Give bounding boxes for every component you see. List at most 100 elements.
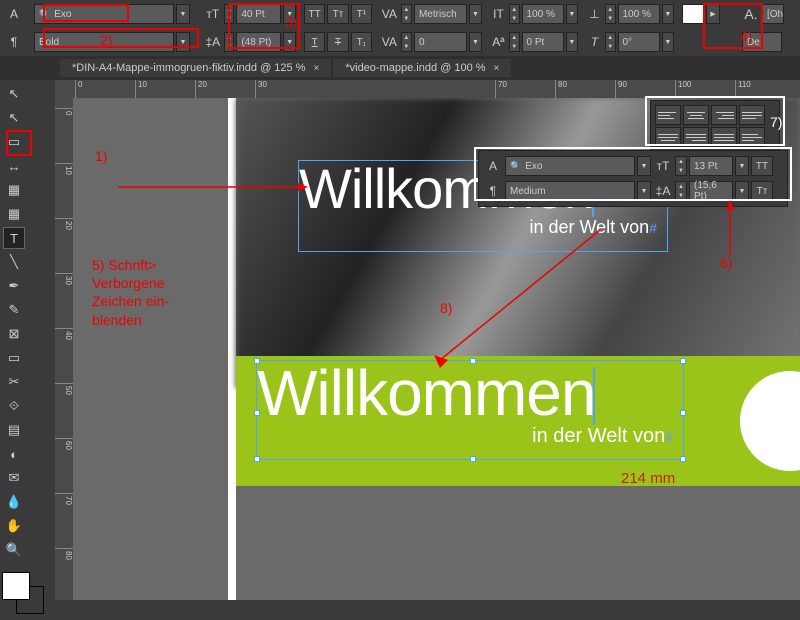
strike-button[interactable]: T bbox=[327, 32, 348, 52]
vertical-ruler: 0 10 20 30 40 50 60 70 80 bbox=[55, 98, 73, 600]
font-size-field[interactable]: 40 Pt bbox=[236, 4, 281, 24]
font-style-field[interactable]: Bold bbox=[34, 32, 174, 52]
skew-stepper[interactable]: ▲▼ bbox=[605, 32, 616, 52]
superscript-button[interactable]: T¹ bbox=[351, 4, 372, 24]
char-icon: A bbox=[483, 155, 503, 177]
align-right-button[interactable] bbox=[711, 105, 737, 125]
free-transform-tool[interactable]: ⟐ bbox=[3, 395, 25, 417]
leading-stepper[interactable]: ▲▼ bbox=[224, 32, 235, 52]
line-tool[interactable]: ╲ bbox=[3, 251, 25, 273]
leading-dropdown[interactable]: ▼ bbox=[283, 32, 296, 52]
pencil-tool[interactable]: ✎ bbox=[3, 299, 25, 321]
kerning-dropdown[interactable]: ▼ bbox=[469, 4, 482, 24]
subscript-button[interactable]: T₁ bbox=[351, 32, 372, 52]
mini-leading-dd[interactable]: ▼ bbox=[735, 181, 749, 201]
fill-swatch[interactable] bbox=[682, 4, 704, 24]
subline-1[interactable]: in der Welt von# bbox=[299, 217, 667, 238]
mini-character-panel: A 🔍Exo ▼ тT ▲▼ 13 Pt ▼ TT ¶ Medium ▼ ‡A … bbox=[478, 150, 788, 207]
horizontal-ruler: 0 10 20 30 70 80 90 100 110 bbox=[55, 80, 800, 98]
vscale-dropdown[interactable]: ▼ bbox=[566, 4, 578, 24]
mini-size-stepper[interactable]: ▲▼ bbox=[675, 156, 687, 176]
justify-left-button[interactable] bbox=[739, 105, 765, 125]
tab-doc2[interactable]: *video-mappe.indd @ 100 %× bbox=[333, 59, 511, 77]
mini-leading-field[interactable]: (15,6 Pt) bbox=[689, 181, 733, 201]
font-family-dropdown[interactable]: ▼ bbox=[176, 4, 190, 24]
mini-font-family[interactable]: 🔍Exo bbox=[505, 156, 635, 176]
dimension-readout: 214 mm bbox=[621, 470, 675, 487]
font-style-dropdown[interactable]: ▼ bbox=[176, 32, 190, 52]
tracking-dropdown[interactable]: ▼ bbox=[469, 32, 482, 52]
vscale-icon: IT bbox=[490, 3, 507, 25]
baseline-dropdown[interactable]: ▼ bbox=[566, 32, 578, 52]
control-bar: A ¶ 🔍Exo ▼ Bold ▼ тT ▲▼ 40 Pt ▼ ‡A ▲▼ (4… bbox=[0, 0, 800, 56]
rectangle-frame-tool[interactable]: ⊠ bbox=[3, 323, 25, 345]
mini-size-field[interactable]: 13 Pt bbox=[689, 156, 733, 176]
mini-smallcaps[interactable]: Tᴛ bbox=[751, 181, 773, 201]
font-family-field[interactable]: 🔍Exo bbox=[34, 4, 174, 24]
tracking-field[interactable]: 0 bbox=[414, 32, 467, 52]
vscale-stepper[interactable]: ▲▼ bbox=[509, 4, 520, 24]
mini-allcaps[interactable]: TT bbox=[751, 156, 773, 176]
lang-field[interactable]: [Oh bbox=[762, 4, 784, 24]
font-size-stepper[interactable]: ▲▼ bbox=[224, 4, 235, 24]
tracking-stepper[interactable]: ▲▼ bbox=[401, 32, 412, 52]
hand-tool[interactable]: ✋ bbox=[3, 515, 25, 537]
hscale-field[interactable]: 100 % bbox=[618, 4, 660, 24]
zoom-tool[interactable]: 🔍 bbox=[3, 539, 25, 561]
mini-size-icon: тT bbox=[653, 155, 673, 177]
rectangle-tool[interactable]: ▭ bbox=[3, 347, 25, 369]
close-icon[interactable]: × bbox=[494, 63, 500, 74]
underline-button[interactable]: T bbox=[304, 32, 325, 52]
mini-font-style[interactable]: Medium bbox=[505, 181, 635, 201]
kerning-field[interactable]: Metrisch bbox=[414, 4, 467, 24]
document-tabs: *DIN-A4-Mappe-immogruen-fiktiv.indd @ 12… bbox=[0, 56, 800, 80]
vscale-field[interactable]: 100 % bbox=[522, 4, 564, 24]
gap-tool[interactable]: ↔ bbox=[3, 155, 25, 177]
dict-field[interactable]: De bbox=[742, 32, 782, 52]
kerning-stepper[interactable]: ▲▼ bbox=[401, 4, 412, 24]
direct-selection-tool[interactable]: ↖ bbox=[3, 107, 25, 129]
scissors-tool[interactable]: ✂ bbox=[3, 371, 25, 393]
skew-field[interactable]: 0° bbox=[618, 32, 660, 52]
justify-all-button[interactable] bbox=[711, 127, 737, 147]
eyedropper-tool[interactable]: 💧 bbox=[3, 491, 25, 513]
content-placer-tool[interactable]: ▦ bbox=[3, 203, 25, 225]
allcaps-button[interactable]: TT bbox=[304, 4, 325, 24]
selection-tool[interactable]: ↖ bbox=[3, 83, 25, 105]
mini-leading-stepper[interactable]: ▲▼ bbox=[675, 181, 687, 201]
mini-size-dd[interactable]: ▼ bbox=[735, 156, 749, 176]
mini-style-dd[interactable]: ▼ bbox=[637, 181, 651, 201]
paragraph-align-panel bbox=[650, 100, 780, 152]
gradient-swatch-tool[interactable]: ▤ bbox=[3, 419, 25, 441]
align-center-button[interactable] bbox=[683, 105, 709, 125]
align-spine-button[interactable] bbox=[739, 127, 765, 147]
page-edge bbox=[228, 98, 236, 600]
mini-font-dd[interactable]: ▼ bbox=[637, 156, 651, 176]
baseline-stepper[interactable]: ▲▼ bbox=[509, 32, 520, 52]
smallcaps-button[interactable]: Tᴛ bbox=[327, 4, 348, 24]
type-tool[interactable]: T bbox=[3, 227, 25, 249]
align-left-button[interactable] bbox=[655, 105, 681, 125]
leading-field[interactable]: (48 Pt) bbox=[236, 32, 281, 52]
justify-center-button[interactable] bbox=[655, 127, 681, 147]
text-frame-2[interactable]: Willkommen in der Welt von# bbox=[256, 360, 684, 460]
skew-dropdown[interactable]: ▼ bbox=[662, 32, 674, 52]
justify-right-button[interactable] bbox=[683, 127, 709, 147]
hscale-stepper[interactable]: ▲▼ bbox=[605, 4, 616, 24]
para-icon: ¶ bbox=[483, 180, 503, 202]
pen-tool[interactable]: ✒ bbox=[3, 275, 25, 297]
charstyle-icon: A. bbox=[742, 3, 760, 25]
hscale-dropdown[interactable]: ▼ bbox=[662, 4, 674, 24]
gradient-feather-tool[interactable]: ◐ bbox=[3, 443, 25, 465]
fill-dropdown[interactable]: ▶ bbox=[706, 4, 720, 24]
font-size-dropdown[interactable]: ▼ bbox=[283, 4, 296, 24]
note-tool[interactable]: ✉ bbox=[3, 467, 25, 489]
tracking-icon: VA bbox=[380, 31, 399, 53]
content-collector-tool[interactable]: ▦ bbox=[3, 179, 25, 201]
tab-doc1[interactable]: *DIN-A4-Mappe-immogruen-fiktiv.indd @ 12… bbox=[60, 59, 331, 77]
baseline-field[interactable]: 0 Pt bbox=[522, 32, 564, 52]
headline-2[interactable]: Willkommen bbox=[257, 361, 683, 425]
close-icon[interactable]: × bbox=[314, 63, 320, 74]
fill-stroke-swatches[interactable] bbox=[2, 572, 48, 618]
page-tool[interactable]: ▭ bbox=[3, 131, 25, 153]
